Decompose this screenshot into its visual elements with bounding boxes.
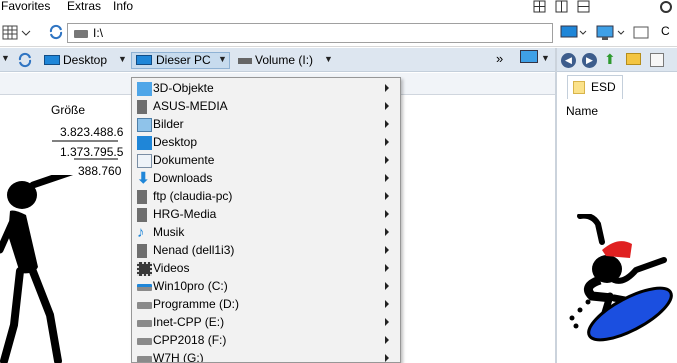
address-field[interactable]: I:\: [67, 23, 553, 43]
pictures-icon: [137, 118, 152, 132]
submenu-arrow-icon: [385, 192, 389, 200]
menu-item[interactable]: W7H (G:): [132, 350, 400, 362]
tab-esd[interactable]: ESD: [567, 75, 623, 99]
network-drive-icon: [137, 190, 147, 204]
drive-icon: [137, 320, 152, 327]
drive-icon: [137, 356, 152, 362]
up-arrow-icon[interactable]: ⬆: [604, 52, 616, 66]
menu-item[interactable]: Bilder: [132, 116, 400, 134]
network-drive-icon: [137, 100, 147, 114]
menu-extras[interactable]: Extras: [67, 0, 101, 13]
chevron-down-icon[interactable]: ▼: [218, 54, 227, 64]
right-address-cut: C: [661, 24, 670, 38]
submenu-arrow-icon: [385, 210, 389, 218]
size-value: 388.760: [78, 164, 122, 178]
drive-icon: [137, 302, 152, 309]
back-icon[interactable]: ◀: [561, 53, 576, 68]
window-layout-icons[interactable]: [532, 0, 592, 14]
videos-icon: [137, 262, 152, 276]
submenu-arrow-icon: [385, 282, 389, 290]
right-pane-toolbar: ◀ ▶ ⬆: [557, 48, 677, 72]
drive-icon: [74, 30, 88, 38]
network-drive-icon: [137, 208, 147, 222]
menu-item[interactable]: Inet-CPP (E:): [132, 314, 400, 332]
desktop-icon: [137, 136, 152, 150]
drive-icon: [137, 338, 152, 345]
monitor-icons[interactable]: [559, 24, 659, 42]
3d-objects-icon: [137, 82, 152, 96]
menu-item[interactable]: Dokumente: [132, 152, 400, 170]
drive-icon: [238, 58, 252, 64]
menu-bar: Favorites Extras Info: [0, 0, 677, 14]
chevron-down-icon[interactable]: ▼: [1, 53, 10, 63]
submenu-arrow-icon: [385, 246, 389, 254]
underline-marks: [52, 140, 118, 160]
column-header-name[interactable]: Name: [566, 104, 598, 118]
submenu-arrow-icon: [385, 228, 389, 236]
breadcrumb-bar: ▼ Desktop ▼ Dieser PC ▼ Volume (I:) ▼ » …: [0, 48, 555, 72]
chevron-down-icon[interactable]: ▼: [118, 54, 127, 64]
menu-item[interactable]: HRG-Media: [132, 206, 400, 224]
folder-icon[interactable]: [626, 53, 641, 65]
menu-item[interactable]: ASUS-MEDIA: [132, 98, 400, 116]
submenu-arrow-icon: [385, 156, 389, 164]
submenu-arrow-icon: [385, 318, 389, 326]
breadcrumb-this-pc[interactable]: Dieser PC ▼: [131, 52, 230, 69]
menu-item[interactable]: Nenad (dell1i3): [132, 242, 400, 260]
menu-info[interactable]: Info: [113, 0, 133, 13]
pointing-figure-illustration: [0, 175, 74, 363]
chevron-down-icon[interactable]: ▼: [541, 53, 550, 63]
submenu-arrow-icon: [385, 300, 389, 308]
new-item-icon[interactable]: [650, 53, 664, 67]
submenu-arrow-icon: [385, 120, 389, 128]
menu-item[interactable]: 3D-Objekte: [132, 80, 400, 98]
submenu-arrow-icon: [385, 336, 389, 344]
downloads-icon: ⬇: [137, 170, 150, 187]
computer-icon: [136, 55, 152, 65]
menu-item[interactable]: Videos: [132, 260, 400, 278]
menu-item[interactable]: ♪ Musik: [132, 224, 400, 242]
submenu-arrow-icon: [385, 138, 389, 146]
music-icon: ♪: [137, 224, 145, 241]
submenu-arrow-icon: [385, 174, 389, 182]
column-header-size[interactable]: Größe: [51, 103, 85, 117]
submenu-arrow-icon: [385, 102, 389, 110]
menu-item[interactable]: Programme (D:): [132, 296, 400, 314]
menu-item[interactable]: Win10pro (C:): [132, 278, 400, 296]
size-value: 3.823.488.6: [60, 125, 124, 139]
breadcrumb-desktop[interactable]: Desktop ▼: [42, 52, 128, 69]
address-toolbar: I:\ C: [0, 17, 677, 47]
submenu-arrow-icon: [385, 264, 389, 272]
desktop-icon: [44, 55, 60, 65]
menu-item[interactable]: ftp (claudia-pc): [132, 188, 400, 206]
chevron-down-icon[interactable]: ▼: [324, 54, 333, 64]
monitor-icon[interactable]: [520, 50, 538, 63]
address-value: I:\: [93, 26, 104, 40]
menu-item[interactable]: CPP2018 (F:): [132, 332, 400, 350]
menu-item[interactable]: Desktop: [132, 134, 400, 152]
menu-favorites[interactable]: Favorites: [1, 0, 50, 13]
documents-icon: [137, 154, 152, 168]
refresh-icon-2[interactable]: [17, 52, 33, 68]
overflow-chevron[interactable]: »: [496, 51, 503, 66]
network-drive-icon: [137, 244, 147, 258]
menu-item[interactable]: ⬇ Downloads: [132, 170, 400, 188]
refresh-icon[interactable]: [48, 24, 64, 40]
forward-icon[interactable]: ▶: [582, 53, 597, 68]
this-pc-dropdown-menu: 3D-Objekte ASUS-MEDIA Bilder Desktop Dok…: [131, 77, 401, 363]
surfer-figure-illustration: [569, 214, 673, 342]
breadcrumb-volume[interactable]: Volume (I:) ▼: [236, 52, 336, 69]
folder-icon: [573, 81, 585, 94]
view-icon[interactable]: [1, 25, 33, 41]
system-drive-icon: [137, 284, 152, 291]
settings-icon[interactable]: [655, 0, 677, 14]
submenu-arrow-icon: [385, 84, 389, 92]
submenu-arrow-icon: [385, 354, 389, 362]
